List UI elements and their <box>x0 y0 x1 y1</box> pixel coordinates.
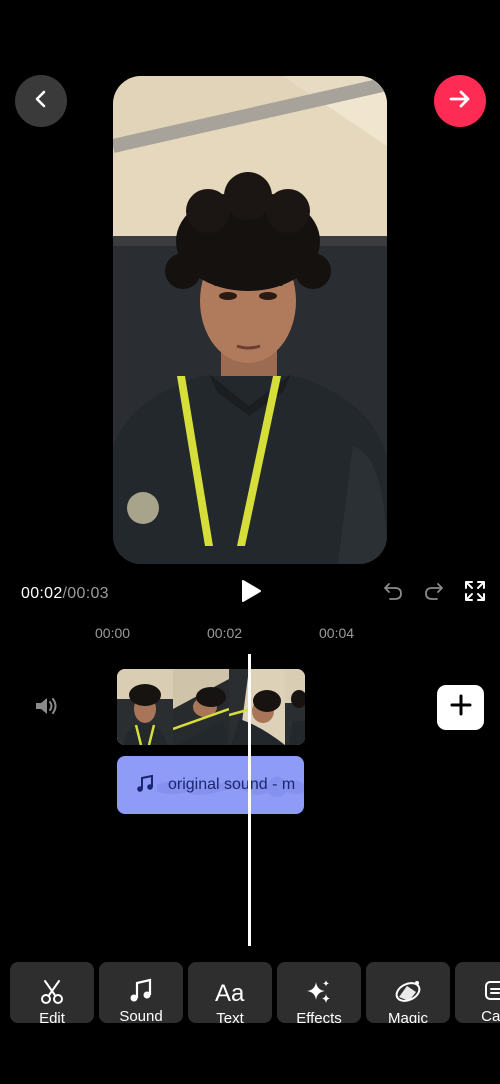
music-note-icon <box>128 978 154 1004</box>
video-clip-track[interactable] <box>117 669 305 745</box>
undo-button[interactable] <box>380 580 406 606</box>
total-duration: 00:03 <box>67 585 109 602</box>
original-volume-button[interactable] <box>30 692 62 724</box>
ruler-label: 00:04 <box>319 625 355 641</box>
next-button[interactable] <box>434 75 486 127</box>
fullscreen-icon <box>464 580 486 607</box>
add-clip-button[interactable] <box>437 685 484 730</box>
fullscreen-button[interactable] <box>462 580 488 606</box>
effects-tool-button[interactable]: Effects <box>277 962 361 1023</box>
captions-icon <box>483 978 500 1004</box>
tool-label: Text <box>216 1010 244 1023</box>
audio-track-label: original sound - m <box>168 776 296 793</box>
audio-track[interactable]: original sound - m <box>117 756 304 814</box>
play-button[interactable] <box>236 579 266 607</box>
magic-eraser-icon <box>393 978 423 1006</box>
svg-text:Aa: Aa <box>215 980 245 1006</box>
arrow-right-icon <box>448 87 472 116</box>
play-icon <box>240 579 262 608</box>
video-thumbnail <box>173 669 229 745</box>
speaker-icon <box>33 694 59 723</box>
text-aa-icon: Aa <box>214 978 246 1006</box>
current-time: 00:02 <box>21 585 63 602</box>
scissors-icon <box>38 978 66 1006</box>
chevron-left-icon <box>31 89 51 114</box>
video-frame-image <box>113 76 387 564</box>
captions-tool-button[interactable]: Capt <box>455 962 500 1023</box>
magic-tool-button[interactable]: Magic <box>366 962 450 1023</box>
playhead[interactable] <box>248 654 251 946</box>
tool-label: Edit <box>39 1010 65 1023</box>
video-thumbnail <box>285 669 305 745</box>
tool-label: Magic <box>387 1010 428 1023</box>
text-tool-button[interactable]: Aa Text <box>188 962 272 1023</box>
plus-icon <box>450 694 472 721</box>
tool-label: Sound <box>119 1008 163 1023</box>
ruler-label: 00:02 <box>207 625 243 641</box>
edit-tool-button[interactable]: Edit <box>10 962 94 1023</box>
redo-button[interactable] <box>421 580 447 606</box>
sparkle-icon <box>305 978 333 1006</box>
playback-time: 00:02/00:03 <box>21 585 109 603</box>
sound-tool-button[interactable]: Sound <box>99 962 183 1023</box>
video-thumbnail <box>117 669 173 745</box>
tool-label: Effects <box>296 1010 342 1023</box>
tool-label: Capt <box>481 1008 500 1023</box>
back-button[interactable] <box>15 75 67 127</box>
music-note-icon <box>135 774 155 799</box>
undo-icon <box>382 580 404 607</box>
redo-icon <box>423 580 445 607</box>
ruler-label: 00:00 <box>95 625 131 641</box>
video-preview[interactable] <box>113 76 387 564</box>
video-thumbnail <box>229 669 285 745</box>
editing-toolbar: Edit Sound Aa Text Effects Magic Capt <box>10 962 500 1023</box>
